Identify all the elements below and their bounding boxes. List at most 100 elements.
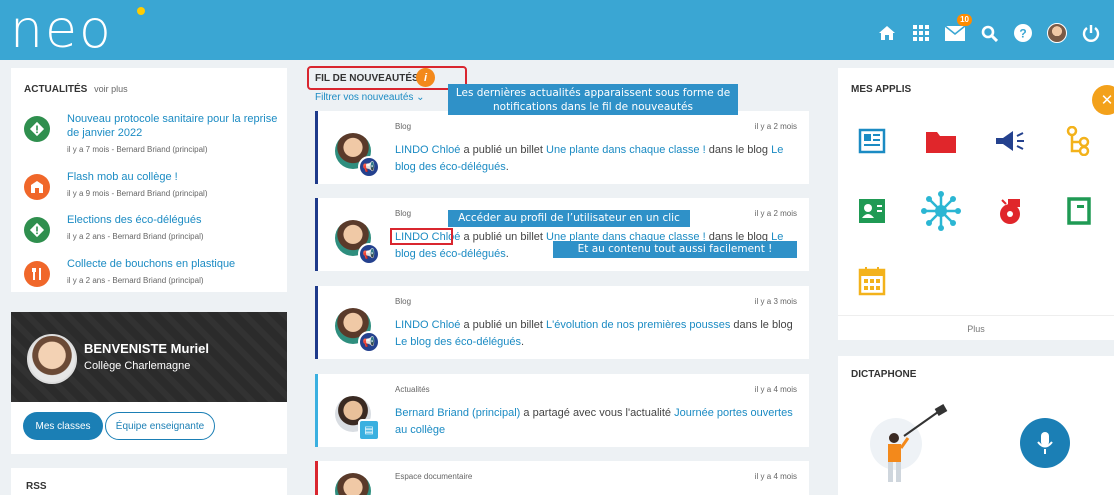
help-icon[interactable]: ?: [1012, 22, 1034, 44]
post-text: dans le blog: [705, 144, 772, 156]
actualite-title[interactable]: Flash mob au collège !: [67, 171, 178, 183]
info-icon[interactable]: i: [416, 68, 435, 87]
notebook-icon[interactable]: [1045, 176, 1113, 246]
calendar-icon[interactable]: [838, 246, 906, 316]
actualite-title-link[interactable]: Nouveau protocole sanitaire pour la repr…: [67, 112, 282, 157]
author-highlight: [390, 228, 453, 245]
apps-more-link[interactable]: Plus: [838, 315, 1114, 334]
post-body: LINDO Chloé a publié un billet L'évoluti…: [395, 317, 800, 351]
author-link[interactable]: LINDO Chloé: [395, 144, 460, 156]
post-body: Bernard Briand (principal) a partagé ave…: [395, 405, 800, 439]
feed-filter-dropdown[interactable]: Filtrer vos nouveautés ⌄: [315, 92, 425, 103]
post-time: il y a 4 mois: [754, 472, 797, 481]
post-time: il y a 2 mois: [754, 209, 797, 218]
dictaphone-title: DICTAPHONE: [851, 369, 917, 380]
post-category: Blog: [395, 297, 412, 306]
mail-icon[interactable]: 10: [944, 14, 972, 44]
actualite-title-link[interactable]: Collecte de bouchons en plastique il y a…: [67, 257, 282, 288]
record-button[interactable]: [1020, 418, 1070, 468]
post-text: .: [505, 161, 509, 173]
user-avatar[interactable]: [335, 473, 371, 495]
feed-post: 📢 Blog il y a 2 mois LINDO Chloé a publi…: [315, 111, 809, 184]
top-icons: 10 ?: [876, 14, 1102, 44]
actualite-meta: il y a 2 ans - Bernard Briand (principal…: [67, 276, 204, 285]
dictaphone-widget: DICTAPHONE: [838, 356, 1114, 495]
post-category: Blog: [395, 209, 412, 218]
logo-dot: [137, 7, 145, 15]
school-icon: [24, 174, 50, 200]
annotation-content: Et au contenu tout aussi facilement !: [553, 241, 797, 258]
post-body: LINDO Chloé a publié un billet Une plant…: [395, 142, 800, 176]
actualite-title[interactable]: Collecte de bouchons en plastique: [67, 258, 235, 270]
author-link[interactable]: Bernard Briand (principal): [395, 407, 520, 419]
feed-filter-label[interactable]: Filtrer vos nouveautés: [315, 92, 413, 103]
rss-title: RSS: [26, 481, 47, 492]
post-text: a publié un billet: [460, 231, 547, 243]
neo-logo[interactable]: neo: [10, 2, 113, 58]
apps-widget: MES APPLIS Plus: [838, 68, 1114, 340]
svg-text:?: ?: [1019, 27, 1026, 41]
annotation-profile: Accéder au profil de l’utilisateur en un…: [448, 210, 690, 227]
actualite-meta: il y a 2 ans - Bernard Briand (principal…: [67, 232, 204, 241]
whistle-icon[interactable]: [976, 176, 1044, 246]
dictaphone-illustration: [866, 394, 956, 490]
equipe-enseignante-button[interactable]: Équipe enseignante: [105, 412, 215, 440]
actualites-header: ACTUALITÉS voir plus: [24, 84, 128, 95]
post-time: il y a 2 mois: [754, 122, 797, 131]
feed-post: ▤ Actualités il y a 4 mois Bernard Brian…: [315, 374, 809, 447]
post-text: a publié un billet: [460, 144, 547, 156]
actualite-title-link[interactable]: Flash mob au collège ! il y a 9 mois - B…: [67, 170, 282, 201]
actualites-title: ACTUALITÉS: [24, 84, 88, 95]
megaphone-icon: 📢: [358, 156, 380, 178]
blog-link[interactable]: Le blog des éco-délégués: [395, 336, 521, 348]
user-avatar[interactable]: [1046, 22, 1068, 44]
author-link[interactable]: LINDO Chloé: [395, 319, 460, 331]
actualite-title-link[interactable]: Elections des éco-délégués il y a 2 ans …: [67, 213, 282, 244]
power-icon[interactable]: [1080, 22, 1102, 44]
post-category: Actualités: [395, 385, 430, 394]
profile-widget: BENVENISTE Muriel Collège Charlemagne Me…: [11, 312, 287, 454]
profile-name[interactable]: BENVENISTE Muriel: [84, 341, 209, 356]
actualite-meta: il y a 7 mois - Bernard Briand (principa…: [67, 145, 208, 154]
profile-banner: BENVENISTE Muriel Collège Charlemagne: [11, 312, 287, 402]
voir-plus-link[interactable]: voir plus: [94, 84, 128, 94]
annotation-feed: Les dernières actualités apparaissent so…: [448, 84, 738, 115]
search-icon[interactable]: [978, 22, 1000, 44]
profile-avatar[interactable]: [27, 334, 77, 384]
warning-icon: [24, 217, 50, 243]
user-avatar-image: [1047, 23, 1067, 43]
apps-title: MES APPLIS: [851, 84, 912, 95]
post-text: .: [520, 336, 525, 348]
mes-classes-button[interactable]: Mes classes: [23, 412, 103, 440]
profile-school: Collège Charlemagne: [84, 360, 191, 372]
cutlery-icon: [24, 261, 50, 287]
megaphone-icon: 📢: [358, 331, 380, 353]
contact-card-icon[interactable]: [838, 176, 906, 246]
flowchart-icon[interactable]: [1045, 106, 1113, 176]
chevron-down-icon: ⌄: [416, 92, 425, 103]
network-icon[interactable]: [907, 176, 975, 246]
rss-widget: RSS: [11, 468, 287, 495]
post-text: a publié un billet: [460, 319, 547, 331]
home-icon[interactable]: [876, 22, 898, 44]
content-link[interactable]: L'évolution de nos premières pousses: [546, 319, 730, 331]
content-link[interactable]: Une plante dans chaque classe !: [546, 144, 706, 156]
actualites-widget: ACTUALITÉS voir plus Nouveau protocole s…: [11, 68, 287, 292]
feed-title: FIL DE NOUVEAUTÉS: [315, 73, 419, 84]
feed-post: 📢 Blog il y a 3 mois LINDO Chloé a publi…: [315, 286, 809, 359]
feed-post: Espace documentaire il y a 4 mois: [315, 461, 809, 495]
post-time: il y a 4 mois: [754, 385, 797, 394]
top-bar: neo 10 ?: [0, 0, 1114, 60]
mail-badge: 10: [957, 14, 972, 26]
actualite-title[interactable]: Nouveau protocole sanitaire pour la repr…: [67, 113, 277, 139]
newspaper-icon[interactable]: [838, 106, 906, 176]
post-time: il y a 3 mois: [754, 297, 797, 306]
warning-icon: [24, 116, 50, 142]
megaphone-icon: 📢: [358, 243, 380, 265]
folder-icon[interactable]: [907, 106, 975, 176]
tools-icon[interactable]: ✕: [1092, 85, 1114, 115]
post-category: Blog: [395, 122, 412, 131]
apps-grid-icon[interactable]: [910, 22, 932, 44]
actualite-title[interactable]: Elections des éco-délégués: [67, 214, 202, 226]
megaphone-icon[interactable]: [976, 106, 1044, 176]
